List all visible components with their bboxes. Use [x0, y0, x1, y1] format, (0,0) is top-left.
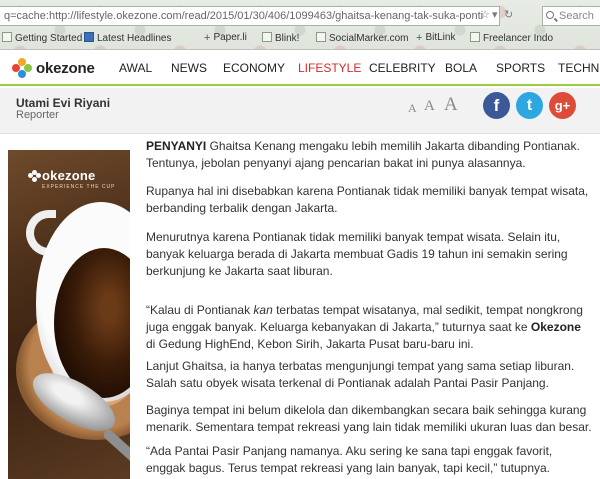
reload-icon[interactable]: ↻ [504, 8, 513, 21]
ad-logo-icon [28, 170, 41, 182]
rss-icon [84, 32, 94, 42]
nav-awal[interactable]: AWAL [119, 61, 152, 75]
author-bar: Utami Evi Riyani Reporter A A A f t g+ [0, 88, 600, 134]
ad-logo: okezone EXPERIENCE THE CUP [28, 168, 116, 190]
facebook-share-icon[interactable]: f [483, 92, 510, 119]
googleplus-share-icon[interactable]: g+ [549, 92, 576, 119]
nav-lifestyle[interactable]: LIFESTYLE [298, 61, 361, 75]
search-icon [546, 11, 554, 19]
ad-logo-text: okezone [42, 168, 96, 183]
bookmark-freelancer-indo[interactable]: Freelancer Indo [470, 32, 553, 44]
dropdown-icon[interactable]: ▾ [492, 8, 498, 21]
nav-news[interactable]: NEWS [171, 61, 207, 75]
okezone-mention: Okezone [530, 320, 581, 334]
bookmark-paper-li[interactable]: + Paper.li [204, 32, 247, 44]
article-paragraph-7: “Ada Pantai Pasir Panjang namanya. Aku s… [146, 444, 553, 475]
article-paragraph-4: “Kalau di Pontianak kan terbatas tempat … [146, 303, 583, 351]
page-icon [470, 32, 480, 42]
article-paragraph-3: Menurutnya karena Pontianak tidak memili… [146, 230, 568, 278]
page-icon [262, 32, 272, 42]
author-name[interactable]: Utami Evi Riyani [16, 96, 110, 110]
site-header: okezone AWAL NEWS ECONOMY LIFESTYLE CELE… [0, 50, 600, 86]
bookmarks-bar: Getting Started Latest Headlines + Paper.… [0, 30, 600, 48]
plus-icon: + [416, 32, 423, 44]
url-bar-actions: ☆ ▾ ↻ [478, 8, 518, 24]
nav-sports[interactable]: SPORTS [496, 61, 545, 75]
ad-tagline: EXPERIENCE THE CUP [42, 184, 116, 190]
search-placeholder: Search [559, 10, 594, 22]
nav-techno[interactable]: TECHNO [558, 61, 600, 75]
bookmark-bitlink[interactable]: + BitLink [416, 32, 455, 44]
nav-economy[interactable]: ECONOMY [223, 61, 285, 75]
font-size-large-button[interactable]: A [444, 94, 458, 116]
article-paragraph-6: Baginya tempat ini belum dikelola dan di… [146, 403, 592, 434]
font-size-small-button[interactable]: A [408, 101, 417, 116]
article-lead-word: PENYANYI [146, 139, 207, 153]
nav-celebrity[interactable]: CELEBRITY [369, 61, 436, 75]
article-paragraph-2: Rupanya hal ini disebabkan karena Pontia… [146, 184, 589, 215]
twitter-share-icon[interactable]: t [516, 92, 543, 119]
advertisement-banner[interactable]: okezone EXPERIENCE THE CUP [8, 150, 130, 479]
okezone-logo-icon [12, 58, 32, 78]
logo-text: okezone [36, 59, 95, 77]
author-role: Reporter [16, 109, 59, 121]
bookmark-socialmarker[interactable]: SocialMarker.com [316, 32, 408, 44]
bookmark-latest-headlines[interactable]: Latest Headlines [84, 32, 172, 44]
page-icon [2, 32, 12, 42]
nav-bola[interactable]: BOLA [445, 61, 477, 75]
url-bar[interactable]: q=cache:http://lifestyle.okezone.com/rea… [0, 6, 500, 26]
font-size-medium-button[interactable]: A [424, 98, 435, 115]
spoon-handle-image [101, 427, 130, 479]
article-paragraph-1: PENYANYI Ghaitsa Kenang mengaku lebih me… [146, 139, 580, 170]
search-input[interactable]: Search [542, 6, 600, 26]
bookmark-getting-started[interactable]: Getting Started [2, 32, 82, 44]
bookmark-star-icon[interactable]: ☆ [480, 8, 490, 21]
plus-icon: + [204, 32, 211, 44]
page-icon [316, 32, 326, 42]
browser-chrome: q=cache:http://lifestyle.okezone.com/rea… [0, 0, 600, 50]
okezone-logo[interactable]: okezone [12, 58, 95, 78]
article-paragraph-5: Lanjut Ghaitsa, ia hanya terbatas mengun… [146, 359, 575, 390]
bookmark-blink[interactable]: Blink! [262, 32, 299, 44]
